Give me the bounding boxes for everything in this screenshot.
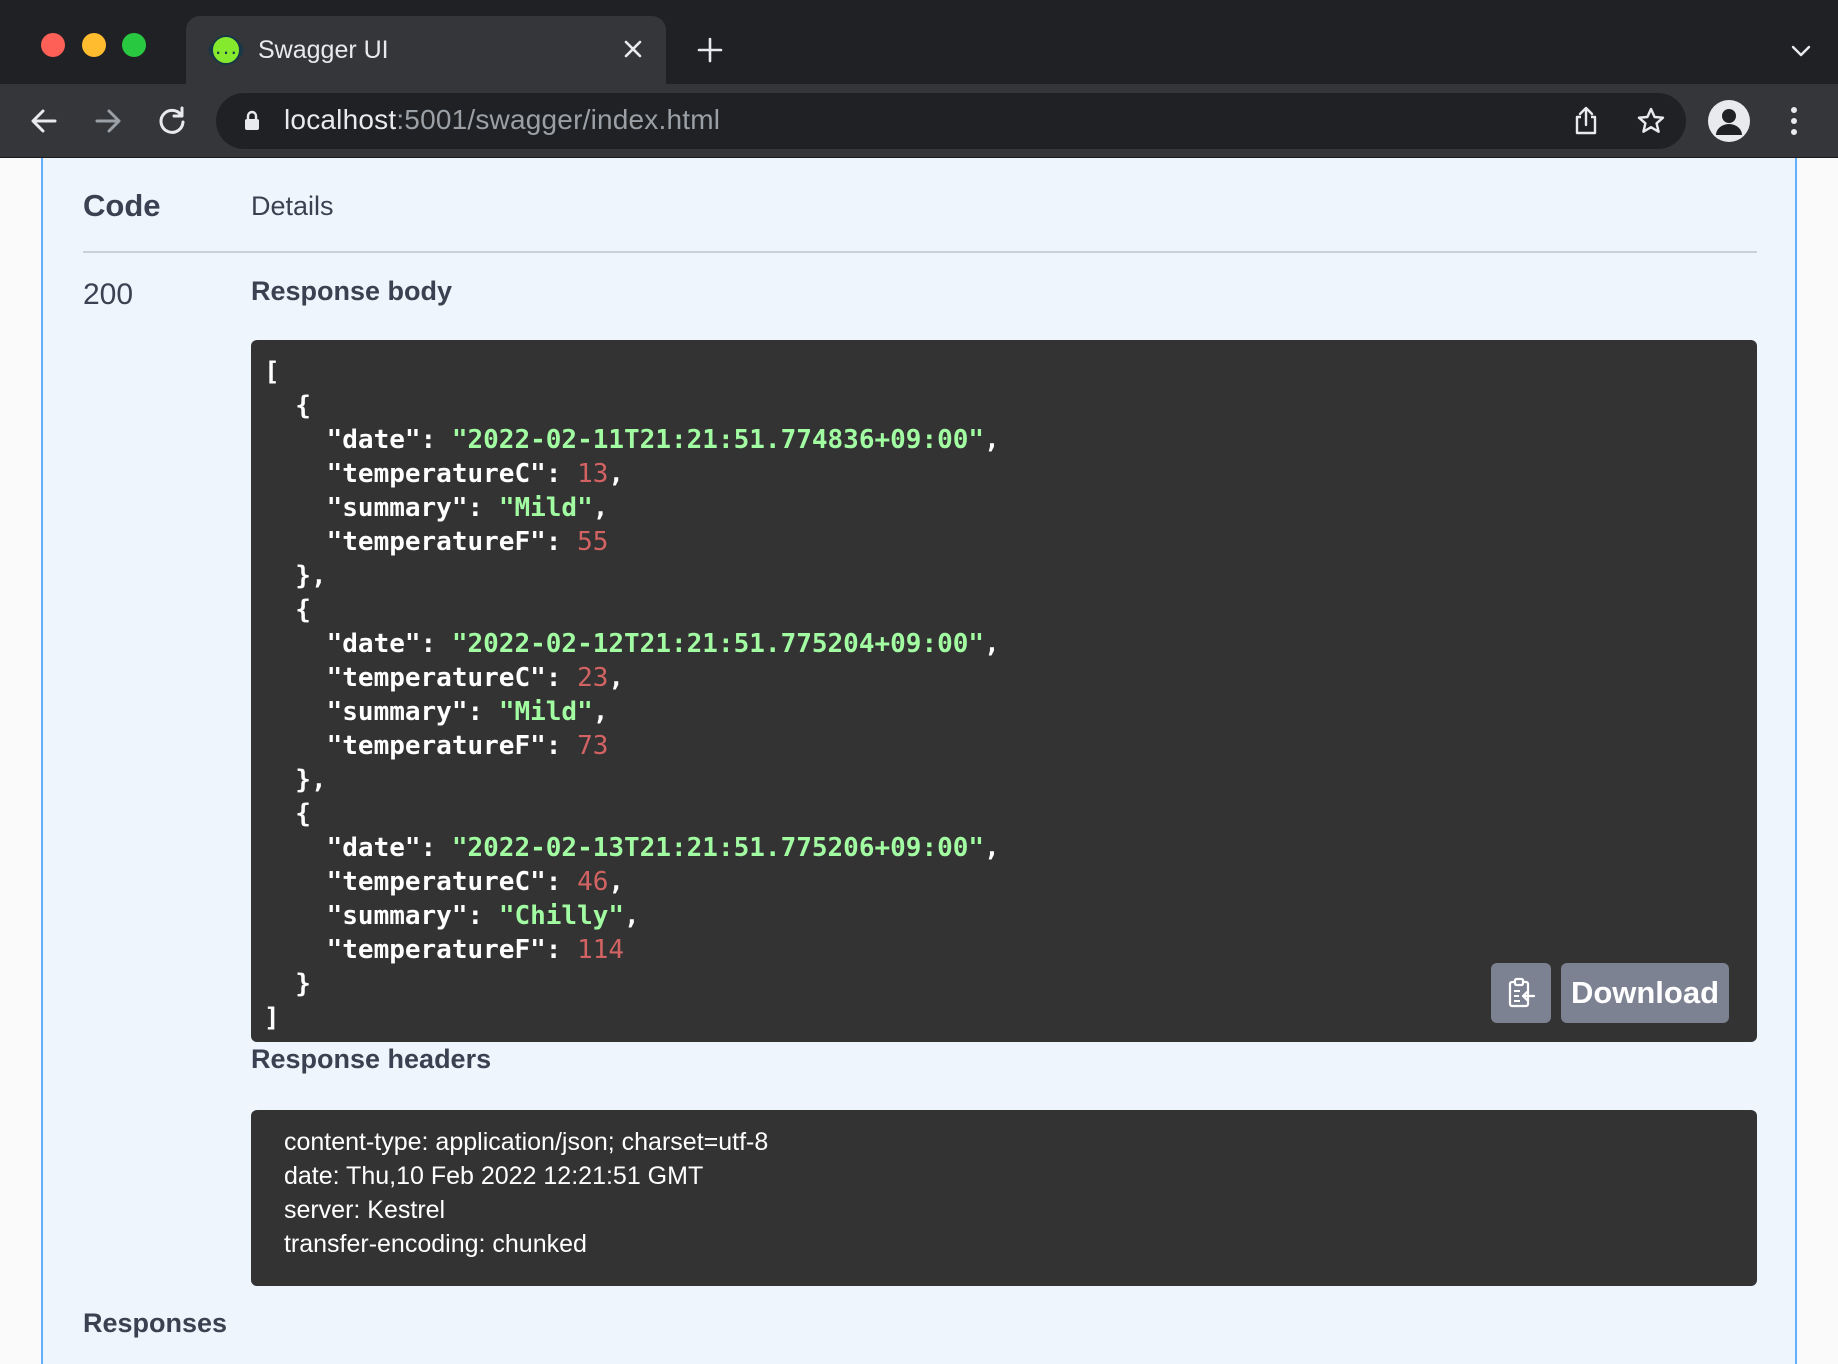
response-body-json[interactable]: [ { "date": "2022-02-11T21:21:51.774836+… xyxy=(264,355,1000,1035)
kebab-menu-icon[interactable] xyxy=(1776,101,1812,141)
new-tab-plus-icon[interactable] xyxy=(692,32,728,68)
json-number-value: 23 xyxy=(577,663,609,693)
json-string-value: "Chilly" xyxy=(498,901,625,931)
response-headers-block[interactable]: content-type: application/json; charset=… xyxy=(251,1110,1757,1286)
download-button[interactable]: Download xyxy=(1561,963,1729,1023)
json-punctuation: "summary": xyxy=(264,901,499,931)
page-viewport: Code Details 200 Response body [ { "date… xyxy=(0,158,1838,1364)
json-punctuation: , xyxy=(592,697,609,727)
json-punctuation: , xyxy=(608,459,625,489)
json-punctuation: { xyxy=(264,391,311,421)
json-punctuation: "date": xyxy=(264,425,452,455)
clipboard-copy-icon xyxy=(1508,977,1536,1008)
json-punctuation: "temperatureF": xyxy=(264,527,578,557)
json-punctuation: "temperatureC": xyxy=(264,867,578,897)
swagger-favicon-icon: {...} xyxy=(206,35,246,65)
window-zoom-button[interactable] xyxy=(122,33,146,57)
share-icon[interactable] xyxy=(1570,105,1602,137)
column-header-code: Code xyxy=(83,188,161,223)
window-minimize-button[interactable] xyxy=(82,33,106,57)
json-punctuation: [ xyxy=(264,357,280,387)
tab-close-icon[interactable] xyxy=(618,34,648,64)
response-header-line: content-type: application/json; charset=… xyxy=(277,1128,776,1156)
json-number-value: 13 xyxy=(577,459,609,489)
copy-to-clipboard-button[interactable] xyxy=(1491,963,1551,1023)
tab-search-chevron-down-icon[interactable] xyxy=(1786,36,1816,66)
json-string-value: "2022-02-13T21:21:51.775206+09:00" xyxy=(451,833,985,863)
operation-panel: Code Details 200 Response body [ { "date… xyxy=(41,158,1797,1364)
url-path: :5001/swagger/index.html xyxy=(396,104,721,135)
browser-tab-bar: {...} Swagger UI xyxy=(0,0,1838,84)
header-divider xyxy=(83,251,1757,253)
json-string-value: "Mild" xyxy=(498,697,593,727)
json-punctuation: "temperatureC": xyxy=(264,663,578,693)
json-punctuation: "date": xyxy=(264,629,452,659)
json-number-value: 73 xyxy=(577,731,609,761)
json-string-value: "Mild" xyxy=(498,493,593,523)
response-header-line: date: Thu,10 Feb 2022 12:21:51 GMT xyxy=(277,1162,710,1190)
url-text[interactable]: localhost:5001/swagger/index.html xyxy=(284,104,720,136)
json-punctuation: "summary": xyxy=(264,697,499,727)
json-punctuation: , xyxy=(608,663,625,693)
json-string-value: "2022-02-11T21:21:51.774836+09:00" xyxy=(451,425,985,455)
response-headers-label: Response headers xyxy=(251,1044,492,1074)
json-punctuation: , xyxy=(984,425,1000,455)
json-punctuation: }, xyxy=(264,765,327,795)
response-body-label: Response body xyxy=(251,276,453,306)
browser-toolbar: localhost:5001/swagger/index.html xyxy=(0,84,1838,158)
response-status-code: 200 xyxy=(83,278,134,311)
json-punctuation: { xyxy=(264,595,311,625)
response-header-line: transfer-encoding: chunked xyxy=(277,1230,594,1258)
json-punctuation: "temperatureF": xyxy=(264,731,578,761)
reload-icon[interactable] xyxy=(153,102,191,140)
forward-arrow-icon[interactable] xyxy=(89,102,127,140)
json-punctuation: , xyxy=(608,867,625,897)
json-number-value: 114 xyxy=(577,935,625,965)
back-arrow-icon[interactable] xyxy=(25,102,63,140)
json-punctuation: { xyxy=(264,799,311,829)
json-punctuation: ] xyxy=(264,1003,280,1033)
json-punctuation: , xyxy=(592,493,609,523)
json-punctuation: "temperatureF": xyxy=(264,935,578,965)
json-string-value: "2022-02-12T21:21:51.775204+09:00" xyxy=(451,629,985,659)
json-punctuation: "date": xyxy=(264,833,452,863)
url-host: localhost xyxy=(284,104,397,135)
json-punctuation: }, xyxy=(264,561,327,591)
json-punctuation: "summary": xyxy=(264,493,499,523)
profile-avatar-icon[interactable] xyxy=(1708,100,1750,142)
browser-tab-active[interactable]: {...} Swagger UI xyxy=(186,16,666,84)
response-body-code-block[interactable]: [ { "date": "2022-02-11T21:21:51.774836+… xyxy=(251,340,1757,1042)
response-header-line: server: Kestrel xyxy=(277,1196,453,1224)
bookmark-star-icon[interactable] xyxy=(1635,105,1667,137)
json-punctuation: , xyxy=(984,833,1000,863)
tab-title: Swagger UI xyxy=(258,36,389,64)
address-bar[interactable]: localhost:5001/swagger/index.html xyxy=(216,93,1686,149)
json-punctuation: , xyxy=(624,901,640,931)
json-punctuation: "temperatureC": xyxy=(264,459,578,489)
json-number-value: 55 xyxy=(577,527,609,557)
responses-section-title: Responses xyxy=(83,1308,228,1338)
window-close-button[interactable] xyxy=(41,33,65,57)
column-header-details: Details xyxy=(251,191,334,221)
json-punctuation: , xyxy=(984,629,1000,659)
json-number-value: 46 xyxy=(577,867,609,897)
lock-icon[interactable] xyxy=(240,109,264,133)
json-punctuation: } xyxy=(264,969,311,999)
